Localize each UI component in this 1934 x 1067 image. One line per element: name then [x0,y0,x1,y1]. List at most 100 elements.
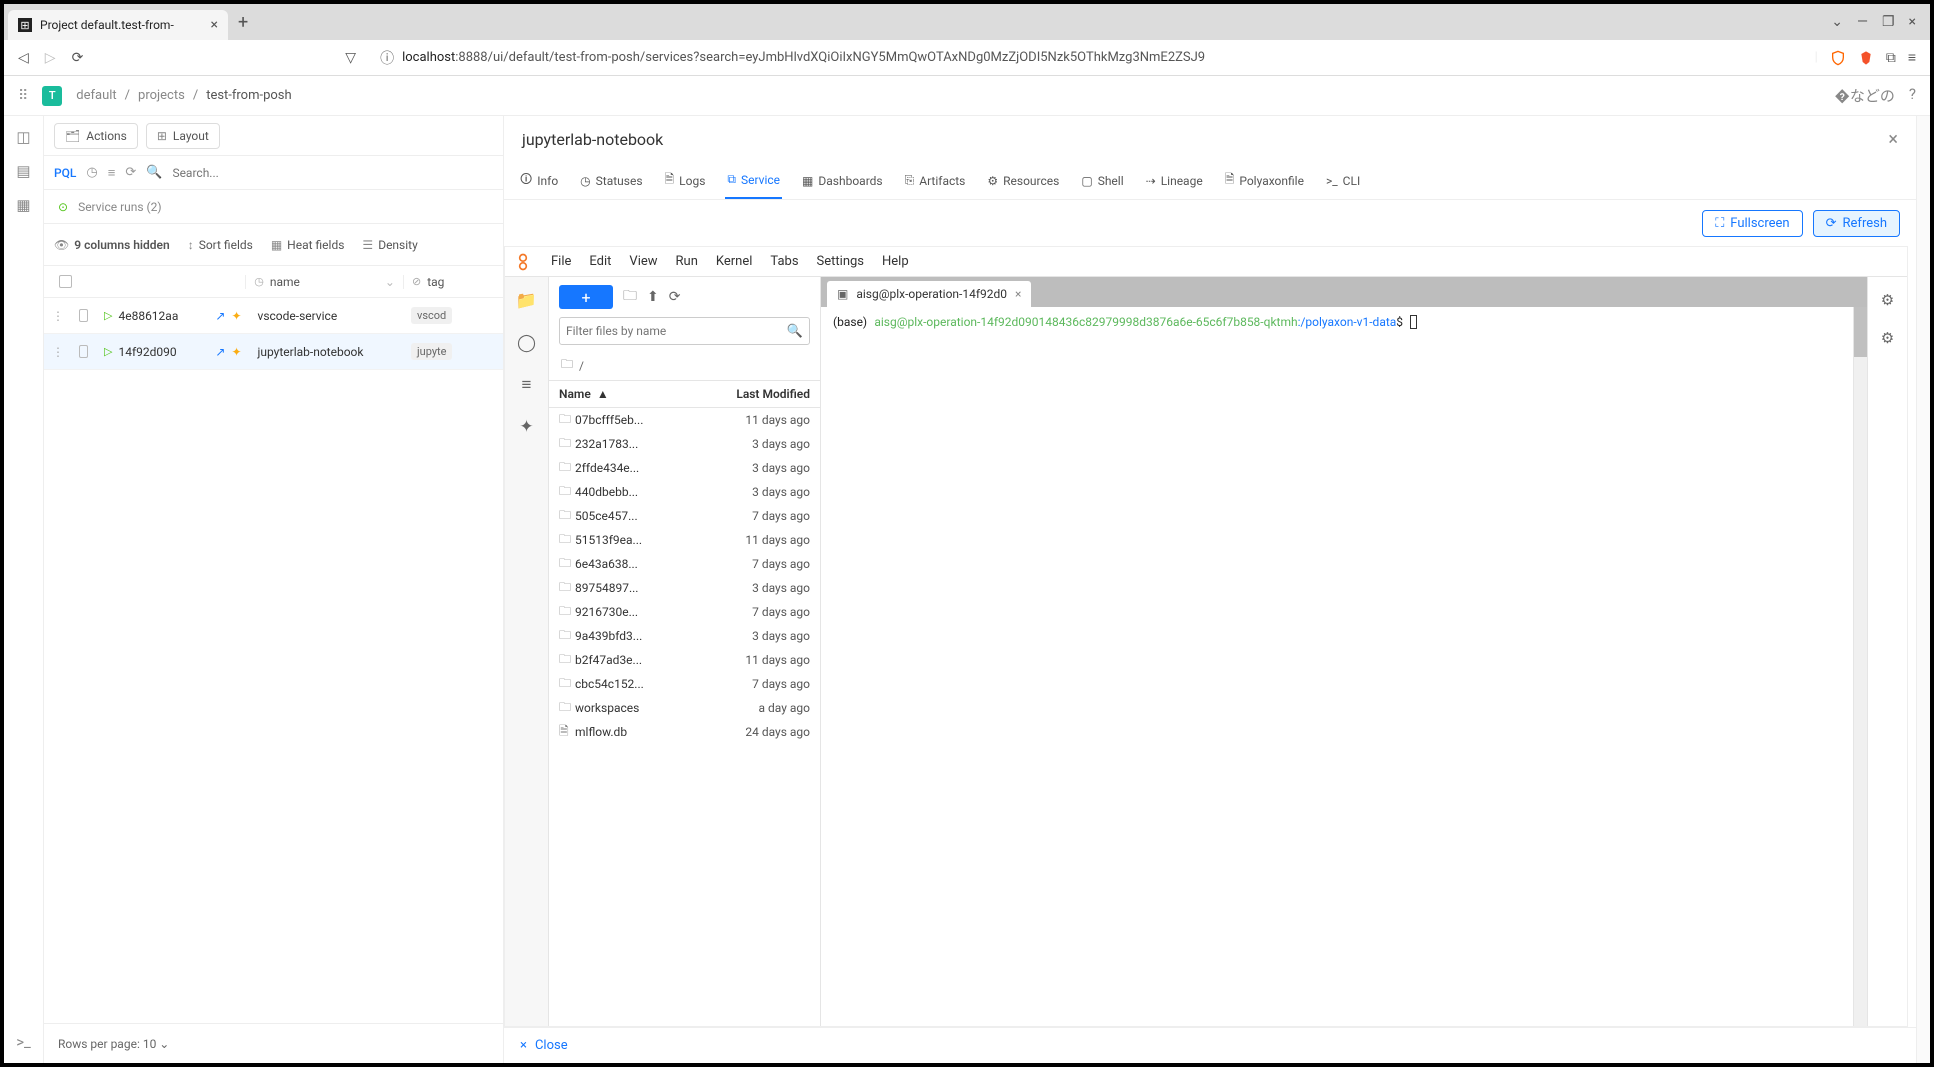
tab-shell[interactable]: ▢Shell [1079,162,1125,199]
close-button[interactable]: × Close [504,1027,1916,1063]
file-row[interactable]: 🗀232a1783...3 days ago [549,432,820,456]
name-col-header[interactable]: Name [559,387,591,401]
file-filter[interactable]: 🔍 [559,317,810,345]
running-icon[interactable]: ◯ [517,333,536,353]
file-row[interactable]: 🗎mlflow.db24 days ago [549,720,820,744]
sort-button[interactable]: ↕Sort fields [188,238,253,252]
pager[interactable]: Rows per page: 10 ⌄ [44,1023,503,1063]
menu-icon[interactable]: ≡ [1908,49,1916,66]
reload-icon[interactable]: ⟳ [72,50,84,66]
sort-asc-icon[interactable]: ▲ [597,387,609,401]
density-button[interactable]: ☰Density [362,238,417,252]
menu-help[interactable]: Help [882,254,909,269]
property-inspector-icon[interactable]: ⚙ [1881,291,1894,309]
bookmark-icon[interactable]: ▽ [345,50,356,66]
tab-dashboards[interactable]: ▦Dashboards [800,162,885,199]
new-folder-icon[interactable]: 🗀 [623,285,637,309]
list-icon[interactable]: ≡ [108,165,116,181]
table-row[interactable]: ⋮ ▷14f92d090↗✦ jupyterlab-notebook jupyt… [44,334,503,370]
refresh-button[interactable]: ⟳Refresh [1813,210,1900,237]
file-row[interactable]: 🗀07bcfff5eb...11 days ago [549,408,820,432]
upload-icon[interactable]: ⬆ [647,289,659,305]
file-row[interactable]: 🗀b2f47ad3e...11 days ago [549,648,820,672]
file-row[interactable]: 🗀6e43a638...7 days ago [549,552,820,576]
extensions-icon[interactable]: ✦ [519,417,533,437]
menu-settings[interactable]: Settings [817,254,864,269]
bookmark-rail-icon[interactable]: ▤ [16,162,30,180]
terminal-tab[interactable]: ▣ aisg@plx-operation-14f92d0 × [827,281,1031,307]
modified-col-header[interactable]: Last Modified [736,387,810,401]
menu-tabs[interactable]: Tabs [770,254,798,269]
pip-icon[interactable]: ⧉ [1886,50,1896,66]
filter-input[interactable] [566,324,787,338]
layout-button[interactable]: ⊞Layout [146,123,220,149]
row-checkbox[interactable] [79,309,88,322]
select-all-checkbox[interactable] [59,275,72,288]
columns-hidden-button[interactable]: 👁9 columns hidden [54,238,170,252]
pql-label[interactable]: PQL [54,166,76,180]
tab-info[interactable]: 🛈Info [518,162,560,199]
menu-kernel[interactable]: Kernel [716,254,753,269]
tab-artifacts[interactable]: ⎘Artifacts [903,162,968,199]
close-icon[interactable]: × [1015,287,1021,301]
chevron-down-icon[interactable]: ⌄ [385,275,395,289]
file-row[interactable]: 🗀9a439bfd3...3 days ago [549,624,820,648]
file-row[interactable]: 🗀cbc54c152...7 days ago [549,672,820,696]
grip-icon[interactable]: ⠿ [18,88,28,104]
tab-logs[interactable]: 🗎Logs [663,162,708,199]
scrollbar-thumb[interactable] [1854,307,1867,357]
fullscreen-button[interactable]: ⛶Fullscreen [1702,210,1802,237]
folder-open-icon[interactable]: �などの [1835,85,1895,106]
window-close-icon[interactable]: × [1909,14,1916,30]
maximize-icon[interactable]: ❐ [1882,14,1895,30]
refresh-files-icon[interactable]: ⟳ [669,289,681,305]
launcher-button[interactable]: + [559,285,613,309]
crumb-default[interactable]: default [76,88,116,103]
brave-logo-icon[interactable] [1858,50,1874,66]
scrollbar[interactable] [1916,116,1930,1063]
help-icon[interactable]: ? [1909,85,1916,106]
tab-cli[interactable]: >_CLI [1324,162,1362,199]
file-row[interactable]: 🗀89754897...3 days ago [549,576,820,600]
browser-tab[interactable]: Project default.test-from- × [8,10,228,40]
name-header[interactable]: name [270,275,300,289]
clock-icon[interactable]: ◷ [86,165,97,180]
table-row[interactable]: ⋮ ▷4e88612aa↗✦ vscode-service vscod [44,298,503,334]
actions-button[interactable]: 🗂Actions [54,123,138,149]
folder-icon[interactable]: 📁 [516,291,537,311]
crumb-projects[interactable]: projects [138,88,185,103]
minimize-icon[interactable]: — [1857,14,1868,30]
heat-button[interactable]: ▦Heat fields [271,238,345,252]
tab-statuses[interactable]: ◷Statuses [578,162,644,199]
scrollbar[interactable] [1853,307,1867,1026]
menu-edit[interactable]: Edit [589,254,611,269]
address-bar[interactable]: ⓘ localhost:8888/ui/default/test-from-po… [372,48,1799,68]
table-icon[interactable]: ▦ [16,196,30,214]
toc-icon[interactable]: ≡ [522,375,532,395]
tab-resources[interactable]: ⚙Resources [985,162,1061,199]
row-menu-icon[interactable]: ⋮ [52,309,64,323]
tab-polyaxonfile[interactable]: 🗎Polyaxonfile [1223,162,1306,199]
chevron-down-icon[interactable]: ⌄ [159,1037,169,1051]
search-input[interactable] [172,166,493,180]
file-row[interactable]: 🗀505ce457...7 days ago [549,504,820,528]
tab-service[interactable]: ⧉Service [725,162,782,199]
org-badge[interactable]: T [42,86,62,106]
back-icon[interactable]: ◁ [18,50,29,66]
tags-header[interactable]: tag [427,275,444,289]
folder-icon[interactable]: 🗀 [561,355,573,376]
chevron-down-icon[interactable]: ⌄ [1831,14,1843,30]
file-row[interactable]: 🗀9216730e...7 days ago [549,600,820,624]
menu-view[interactable]: View [629,254,657,269]
file-row[interactable]: 🗀440dbebb...3 days ago [549,480,820,504]
file-row[interactable]: 🗀2ffde434e...3 days ago [549,456,820,480]
menu-file[interactable]: File [551,254,571,269]
external-link-icon[interactable]: ↗ [215,309,225,323]
close-panel-icon[interactable]: × [1888,129,1898,150]
file-row[interactable]: 🗀51513f9ea...11 days ago [549,528,820,552]
new-tab-button[interactable]: + [238,12,248,33]
terminal-icon[interactable]: >_ [16,1033,31,1051]
row-menu-icon[interactable]: ⋮ [52,345,64,359]
debugger-icon[interactable]: ⚙ [1881,329,1894,347]
row-checkbox[interactable] [79,345,88,358]
